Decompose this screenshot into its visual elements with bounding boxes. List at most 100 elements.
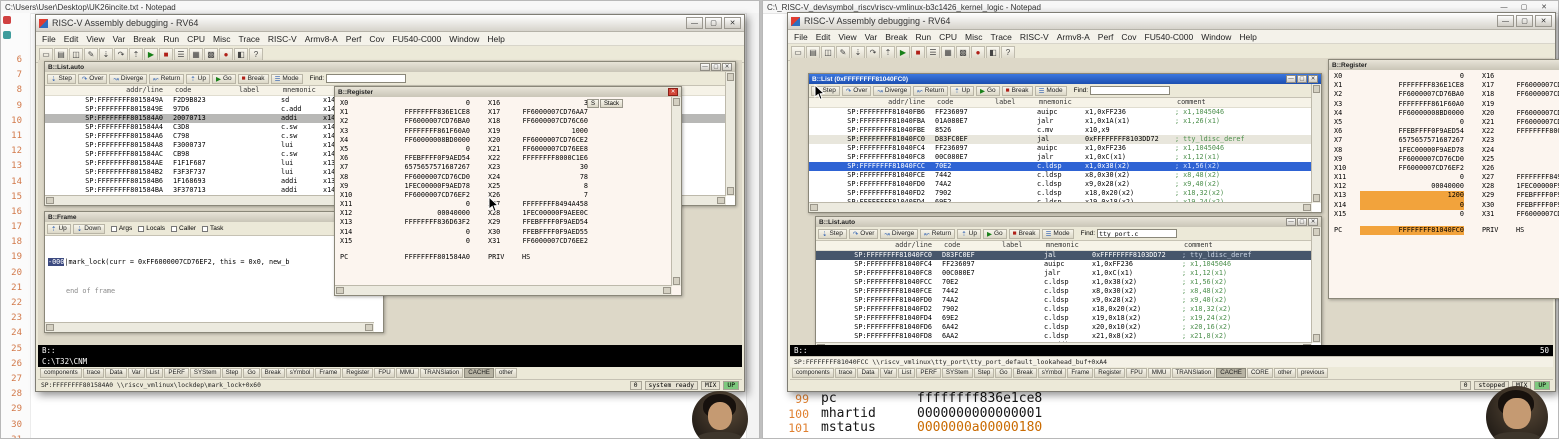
maximize-icon[interactable]: ▢	[1297, 75, 1307, 83]
softkey-button[interactable]: List	[145, 368, 164, 378]
menu-item[interactable]: CPU	[935, 32, 961, 42]
register-row[interactable]: X8 FF6000007CD76CD0 X24 78	[335, 173, 681, 182]
register-row[interactable]: X4 FF60000008BD0000 X20 FF6000007CD76CE2	[1329, 109, 1559, 118]
register-row[interactable]: X4 FF60000008BD0000 X20 FF6000007CD76CE2	[335, 136, 681, 145]
register-row[interactable]: X5 0 X21 FF6000007CD76EE8	[335, 145, 681, 154]
mode-button[interactable]: ☰ Mode	[1041, 228, 1074, 239]
softkey-button[interactable]: components	[792, 368, 834, 378]
menu-item[interactable]: RISC-V	[264, 34, 301, 44]
disassembly-row[interactable]: SP:FFFFFFFF81040FCE 7442 c.ldsp x8,0x30(…	[809, 171, 1321, 180]
return-button[interactable]: ↜ Return	[149, 73, 185, 84]
register-window-titlebar[interactable]: B::Register	[1329, 60, 1559, 70]
menu-item[interactable]: Help	[483, 34, 508, 44]
softkey-button[interactable]: FPU	[374, 368, 395, 378]
register-row[interactable]: X1 FFFFFFFF836E1CE8 X17 FF6000007CD76AA7	[335, 108, 681, 117]
list-icon[interactable]: ☰	[926, 45, 940, 59]
frame-down-button[interactable]: ⇣ Down	[72, 223, 105, 234]
menu-item[interactable]: Var	[109, 34, 130, 44]
list-window-auto[interactable]: B::List.auto — ▢ ✕ ⇣ Step ↷ Over ↝ Diver…	[815, 216, 1322, 353]
break-button[interactable]: ■ Break	[237, 73, 269, 84]
vertical-scrollbar[interactable]	[746, 13, 759, 438]
softkey-button[interactable]: other	[494, 368, 518, 378]
menu-item[interactable]: Trace	[987, 32, 1016, 42]
frame-option-checkbox[interactable]: Caller	[171, 225, 196, 232]
softkey-button[interactable]: Var	[127, 368, 145, 378]
disassembly-row[interactable]: SP:FFFFFFFF81040FD2 7902 c.ldsp x18,0x20…	[809, 189, 1321, 198]
minimize-icon[interactable]: —	[1494, 2, 1514, 13]
menu-item[interactable]: Cov	[1117, 32, 1140, 42]
disassembly-row[interactable]: SP:FFFFFFFF81040FD6 6A42 c.ldsp x20,0x10…	[816, 323, 1321, 332]
softkey-button[interactable]: other	[1273, 368, 1296, 378]
softkey-button[interactable]: CORE	[1246, 368, 1273, 378]
softkey-button[interactable]: Break	[260, 368, 285, 378]
diverge-button[interactable]: ↝ Diverge	[873, 85, 912, 96]
open-folder-icon[interactable]: ▤	[806, 45, 820, 59]
status-mode[interactable]: MIX	[701, 381, 721, 390]
menu-item[interactable]: Help	[1235, 32, 1260, 42]
command-line-icon[interactable]: ▭	[39, 47, 53, 61]
softkey-button[interactable]: MMU	[395, 368, 419, 378]
vertical-scrollbar[interactable]	[1311, 84, 1321, 203]
break-button[interactable]: ■ Break	[1001, 85, 1033, 96]
step-button[interactable]: ⇣ Step	[818, 228, 847, 239]
notepad-toolbar-icon[interactable]	[3, 16, 11, 24]
maximize-icon[interactable]: ▢	[705, 17, 722, 29]
stack-tab[interactable]: Stack	[600, 99, 624, 108]
frame-window[interactable]: B::Frame — ▢ ✕ ⇡ Up	[44, 211, 384, 333]
diverge-button[interactable]: ↝ Diverge	[880, 228, 919, 239]
softkey-button[interactable]: Step	[973, 368, 995, 378]
breakpoint-icon[interactable]: ●	[219, 47, 233, 61]
register-row[interactable]: X13 1200 X29 FFEBFFFF0F9AED54	[1329, 191, 1559, 201]
disassembly-rows[interactable]: SP:FFFFFFFF81040FB6 FF236097 auipc x1,0x…	[809, 108, 1321, 207]
register-row[interactable]: X0 0 X16 3	[335, 99, 681, 108]
softkey-button[interactable]: MMU	[1147, 368, 1171, 378]
menu-item[interactable]: Perf	[342, 34, 366, 44]
find-input[interactable]	[1097, 229, 1178, 238]
maximize-icon[interactable]: ▢	[1516, 15, 1533, 27]
register-row[interactable]: X8 1FEC00000F9AED78 X24 78	[1329, 146, 1559, 155]
pc-register-row[interactable]: PC FFFFFFFF801584A0 PRIV HS	[335, 253, 681, 262]
register-row[interactable]: X3 FFFFFFFF861F60A0 X19 1000	[1329, 100, 1559, 109]
frame-option-checkbox[interactable]: Args	[110, 225, 132, 232]
go-button[interactable]: ▶ Go	[211, 73, 236, 84]
menu-item[interactable]: View	[82, 34, 108, 44]
step-over-icon[interactable]: ↷	[866, 45, 880, 59]
softkey-button[interactable]: sYmbol	[1037, 368, 1067, 378]
close-icon[interactable]: ✕	[1535, 15, 1552, 27]
softkey-button[interactable]: Step	[221, 368, 243, 378]
step-out-icon[interactable]: ⇡	[881, 45, 895, 59]
menu-item[interactable]: Window	[1197, 32, 1235, 42]
find-input[interactable]	[1090, 86, 1171, 95]
memory-icon[interactable]: ▩	[956, 45, 970, 59]
mode-button[interactable]: ☰ Mode	[270, 73, 303, 84]
softkey-button[interactable]: sYmbol	[285, 368, 315, 378]
disassembly-row[interactable]: SP:FFFFFFFF81040FC4 FF236097 auipc x1,0x…	[809, 144, 1321, 153]
list-window-titlebar[interactable]: B::List (0xFFFFFFFF81040FC0) — ▢ ✕	[809, 74, 1321, 84]
help-icon[interactable]: ?	[1001, 45, 1015, 59]
breakpoint-icon[interactable]: ●	[971, 45, 985, 59]
register-row[interactable]: X11 0 X27 FFFFFFFF8494A458	[1329, 173, 1559, 182]
disassembly-rows[interactable]: SP:FFFFFFFF81040FC0 D83FC0EF jal 0xFFFFF…	[816, 251, 1321, 350]
source-icon[interactable]: ◧	[234, 47, 248, 61]
menu-item[interactable]: View	[834, 32, 860, 42]
register-row[interactable]: X7 6575657571687267 X23 30	[335, 163, 681, 172]
disassembly-row[interactable]: SP:FFFFFFFF81040FD0 74A2 c.ldsp x9,0x28(…	[809, 180, 1321, 189]
help-icon[interactable]: ?	[249, 47, 263, 61]
minimize-icon[interactable]: —	[1497, 15, 1514, 27]
step-button[interactable]: ⇣ Step	[47, 73, 76, 84]
save-icon[interactable]: ◫	[69, 47, 83, 61]
list-window-titlebar[interactable]: B::List.auto — ▢ ✕	[816, 217, 1321, 227]
close-icon[interactable]: ✕	[668, 88, 678, 96]
list-window-titlebar[interactable]: B::List.auto — ▢ ✕	[45, 62, 735, 72]
list-icon[interactable]: ☰	[174, 47, 188, 61]
command-line-icon[interactable]: ▭	[791, 45, 805, 59]
menu-item[interactable]: Armv8-A	[1053, 32, 1094, 42]
menu-item[interactable]: RISC-V	[1016, 32, 1053, 42]
list-window-focused[interactable]: B::List (0xFFFFFFFF81040FC0) — ▢ ✕ ⇣ Ste…	[808, 73, 1322, 213]
register-row[interactable]: X6 FFEBFFFF0F9AED54 X22 FFFFFFFF8000C1E6	[335, 154, 681, 163]
up-button[interactable]: ⇡ Up	[186, 73, 210, 84]
menu-item[interactable]: Cov	[365, 34, 388, 44]
disassembly-row[interactable]: SP:FFFFFFFF81040FCE 7442 c.ldsp x8,0x30(…	[816, 287, 1321, 296]
notepad-titlebar[interactable]: C:\Users\User\Desktop\UK26incite.txt - N…	[1, 1, 759, 14]
softkey-button[interactable]: Register	[1094, 368, 1126, 378]
